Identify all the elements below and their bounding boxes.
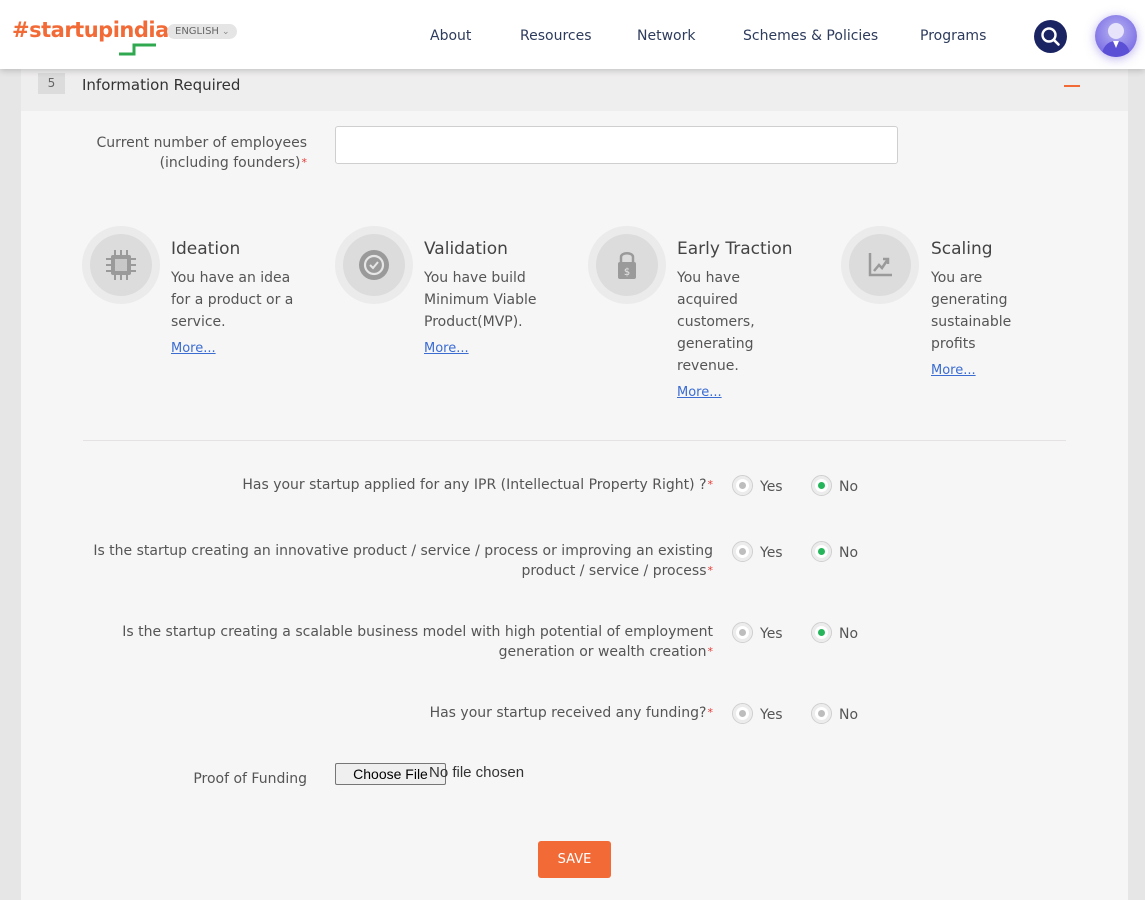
employees-label: Current number of employees (including f… bbox=[96, 135, 308, 171]
chip-icon bbox=[106, 250, 136, 280]
scalable-yes-label[interactable]: Yes bbox=[760, 626, 783, 642]
stage-desc-ideation: You have an idea for a product or a servic… bbox=[171, 270, 294, 330]
funding-no-radio[interactable] bbox=[811, 703, 832, 724]
scaling-stage-icon bbox=[841, 226, 919, 304]
step-number: 5 bbox=[38, 73, 65, 94]
user-avatar[interactable] bbox=[1095, 15, 1137, 57]
innovation-yes-radio[interactable] bbox=[732, 541, 753, 562]
funding-yes-radio[interactable] bbox=[732, 703, 753, 724]
stage-desc-scaling: You are generating sustainable profits bbox=[931, 270, 1012, 352]
stage-title-early-traction: Early Traction bbox=[677, 239, 793, 259]
user-avatar-icon bbox=[1101, 23, 1131, 57]
check-circle-icon bbox=[359, 250, 389, 280]
section-header[interactable]: 5 Information Required bbox=[21, 69, 1128, 111]
money-lock-icon: $ bbox=[618, 252, 636, 279]
ideation-stage-icon bbox=[82, 226, 160, 304]
section-title: Information Required bbox=[82, 76, 241, 94]
innovation-question-label: Is the startup creating an innovative pr… bbox=[93, 543, 714, 579]
proof-of-funding-label: Proof of Funding bbox=[193, 771, 307, 787]
nav-about[interactable]: About bbox=[430, 28, 471, 44]
logo-step-mark bbox=[119, 43, 156, 56]
stage-desc-early-traction: You have acquired customers, generating reve… bbox=[677, 270, 755, 374]
stage-title-scaling: Scaling bbox=[931, 239, 993, 259]
early-traction-more-link[interactable]: More... bbox=[677, 385, 722, 400]
language-selector[interactable]: ENGLISH ⌄ bbox=[167, 24, 238, 39]
save-button[interactable]: SAVE bbox=[538, 841, 611, 878]
svg-text:$: $ bbox=[624, 267, 630, 278]
scalable-yes-radio[interactable] bbox=[732, 622, 753, 643]
nav-schemes-policies[interactable]: Schemes & Policies bbox=[743, 28, 878, 44]
divider bbox=[83, 440, 1066, 441]
funding-no-label[interactable]: No bbox=[839, 707, 858, 723]
stage-desc-validation: You have build Minimum Viable Product(MVP)… bbox=[424, 270, 537, 330]
nav-programs[interactable]: Programs bbox=[920, 28, 986, 44]
ipr-yes-radio[interactable] bbox=[732, 475, 753, 496]
chevron-down-icon: ⌄ bbox=[221, 27, 230, 37]
required-asterisk: * bbox=[707, 645, 714, 658]
validation-more-link[interactable]: More... bbox=[424, 341, 469, 356]
stage-title-validation: Validation bbox=[424, 239, 508, 259]
required-asterisk: * bbox=[707, 564, 714, 577]
innovation-no-radio[interactable] bbox=[811, 541, 832, 562]
ipr-yes-label[interactable]: Yes bbox=[760, 479, 783, 495]
information-required-panel: 5 Information Required Current number of… bbox=[21, 69, 1128, 900]
required-asterisk: * bbox=[707, 478, 714, 491]
startupindia-logo[interactable]: #startupindia bbox=[12, 18, 169, 42]
stage-title-ideation: Ideation bbox=[171, 239, 241, 259]
innovation-no-label[interactable]: No bbox=[839, 545, 858, 561]
scaling-more-link[interactable]: More... bbox=[931, 363, 976, 378]
minus-icon[interactable] bbox=[1064, 85, 1080, 87]
search-icon bbox=[1041, 27, 1060, 46]
growth-chart-icon bbox=[868, 253, 892, 277]
ideation-more-link[interactable]: More... bbox=[171, 341, 216, 356]
early-traction-stage-icon: $ bbox=[588, 226, 666, 304]
nav-network[interactable]: Network bbox=[637, 28, 695, 44]
ipr-no-radio[interactable] bbox=[811, 475, 832, 496]
innovation-yes-label[interactable]: Yes bbox=[760, 545, 783, 561]
top-navbar: #startupindia ENGLISH ⌄ About Resources N… bbox=[0, 0, 1145, 69]
required-asterisk: * bbox=[707, 706, 714, 719]
ipr-question-label: Has your startup applied for any IPR (In… bbox=[242, 477, 714, 493]
scalable-no-radio[interactable] bbox=[811, 622, 832, 643]
search-button[interactable] bbox=[1034, 20, 1067, 53]
validation-stage-icon bbox=[335, 226, 413, 304]
file-status-text: No file chosen bbox=[429, 764, 525, 781]
funding-question-label: Has your startup received any funding?* bbox=[429, 705, 714, 721]
required-asterisk: * bbox=[301, 156, 308, 169]
employees-count-input[interactable] bbox=[335, 126, 898, 164]
scalable-model-question-label: Is the startup creating a scalable busin… bbox=[122, 624, 714, 660]
nav-resources[interactable]: Resources bbox=[520, 28, 592, 44]
ipr-no-label[interactable]: No bbox=[839, 479, 858, 495]
scalable-no-label[interactable]: No bbox=[839, 626, 858, 642]
funding-yes-label[interactable]: Yes bbox=[760, 707, 783, 723]
